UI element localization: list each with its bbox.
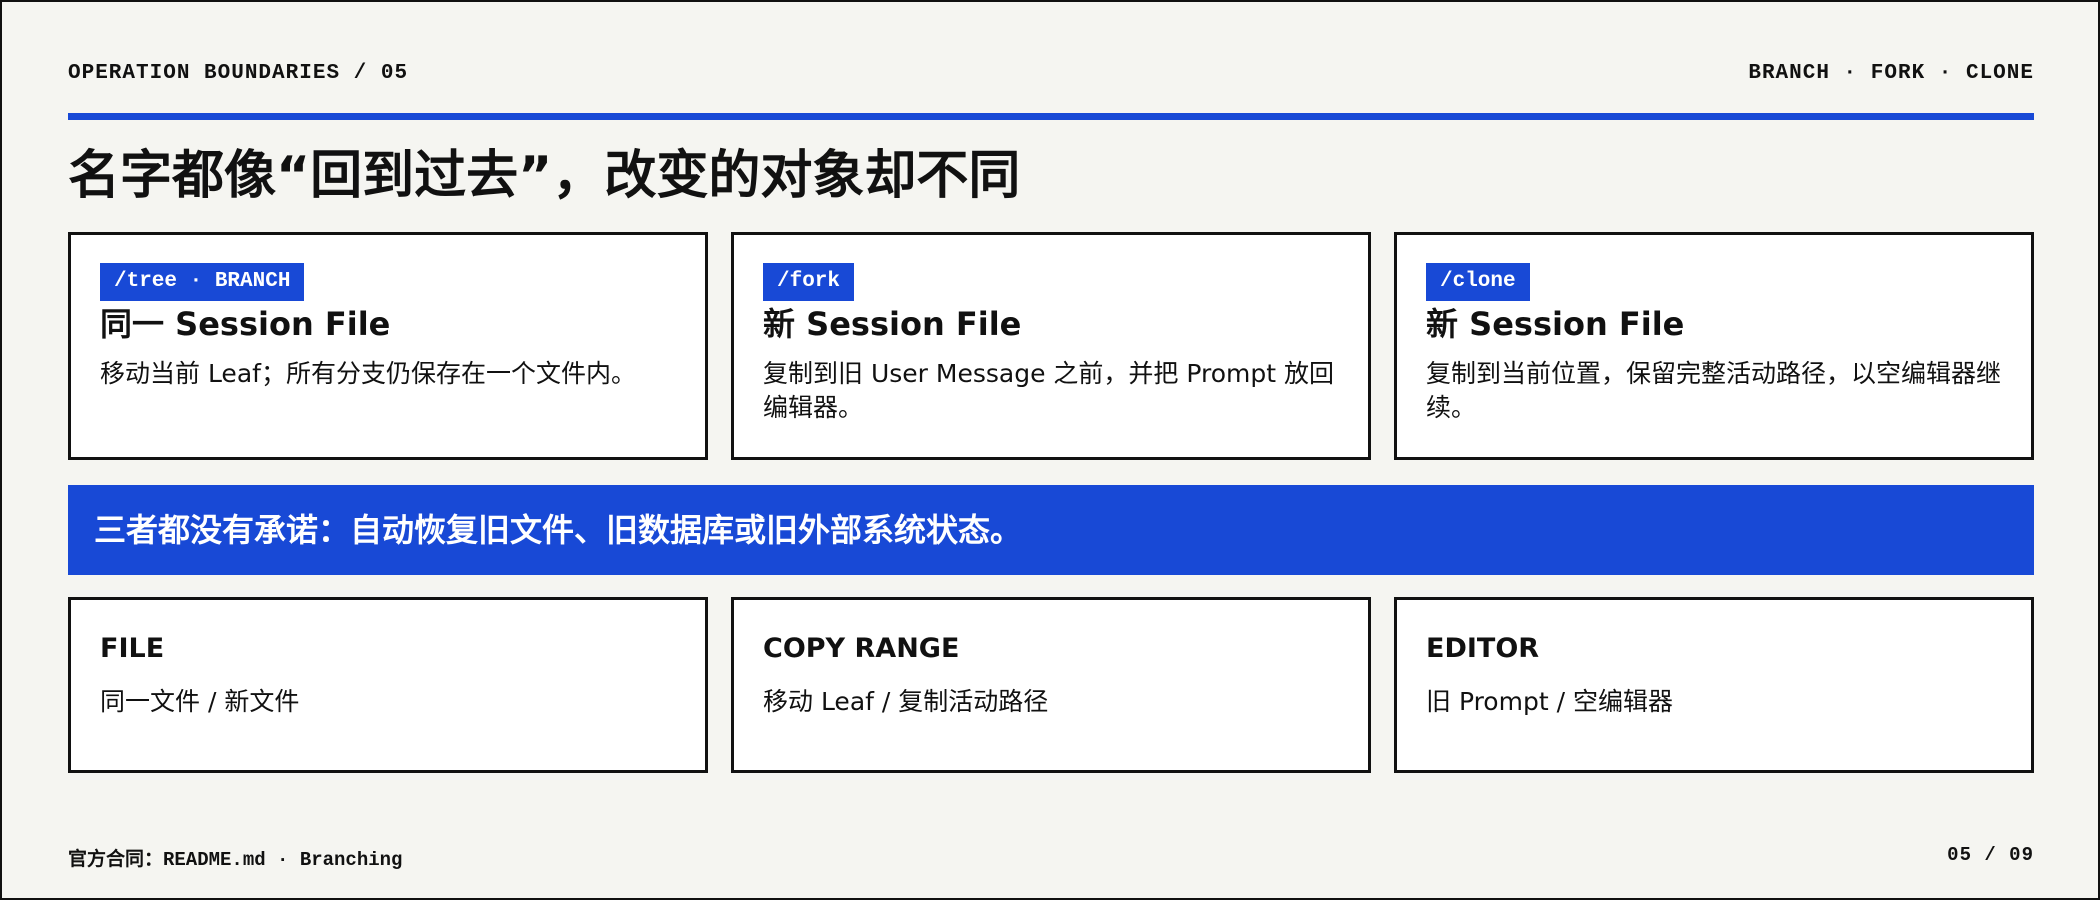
card-title: 新 Session File (1426, 305, 1685, 343)
section-label: OPERATION BOUNDARIES / 05 (68, 62, 409, 85)
comparison-label: COPY RANGE (763, 633, 960, 664)
fork-card: /fork 新 Session File 复制到旧 User Message 之… (731, 232, 1371, 460)
card-description: 复制到旧 User Message 之前，并把 Prompt 放回编辑器。 (763, 359, 1334, 422)
comparison-value: 移动 Leaf / 复制活动路径 (763, 687, 1049, 716)
card-title: 新 Session File (763, 305, 1022, 343)
command-tag: /tree · BRANCH (100, 263, 305, 301)
topic-tags: BRANCH · FORK · CLONE (1748, 62, 2034, 85)
card-title: 同一 Session File (100, 305, 391, 343)
page-counter: 05 / 09 (1947, 844, 2034, 866)
copy-range-comparison-card: COPY RANGE 移动 Leaf / 复制活动路径 (731, 597, 1371, 773)
top-bar: OPERATION BOUNDARIES / 05 BRANCH · FORK … (68, 62, 2034, 88)
slide: OPERATION BOUNDARIES / 05 BRANCH · FORK … (0, 0, 2100, 900)
source-line: 官方合同：README.md · Branching (68, 849, 403, 871)
editor-comparison-card: EDITOR 旧 Prompt / 空编辑器 (1394, 597, 2034, 773)
comparison-cards: FILE 同一文件 / 新文件 COPY RANGE 移动 Leaf / 复制活… (68, 597, 2034, 773)
clone-card: /clone 新 Session File 复制到当前位置，保留完整活动路径，以… (1394, 232, 2034, 460)
accent-rule (68, 113, 2034, 120)
file-comparison-card: FILE 同一文件 / 新文件 (68, 597, 708, 773)
command-cards: /tree · BRANCH 同一 Session File 移动当前 Leaf… (68, 232, 2034, 460)
card-description: 移动当前 Leaf；所有分支仍保存在一个文件内。 (100, 359, 636, 388)
card-description: 复制到当前位置，保留完整活动路径，以空编辑器继续。 (1426, 359, 2002, 422)
warning-banner: 三者都没有承诺：自动恢复旧文件、旧数据库或旧外部系统状态。 (68, 485, 2034, 575)
comparison-label: FILE (100, 633, 165, 664)
footer: 官方合同：README.md · Branching 05 / 09 (68, 844, 2034, 871)
page-title: 名字都像“回到过去”，改变的对象却不同 (68, 146, 1021, 206)
command-tag: /fork (763, 263, 855, 301)
command-tag: /clone (1426, 263, 1530, 301)
tree-branch-card: /tree · BRANCH 同一 Session File 移动当前 Leaf… (68, 232, 708, 460)
comparison-label: EDITOR (1426, 633, 1540, 664)
comparison-value: 旧 Prompt / 空编辑器 (1426, 687, 1673, 716)
comparison-value: 同一文件 / 新文件 (100, 687, 300, 716)
banner-text: 三者都没有承诺：自动恢复旧文件、旧数据库或旧外部系统状态。 (94, 511, 1023, 549)
